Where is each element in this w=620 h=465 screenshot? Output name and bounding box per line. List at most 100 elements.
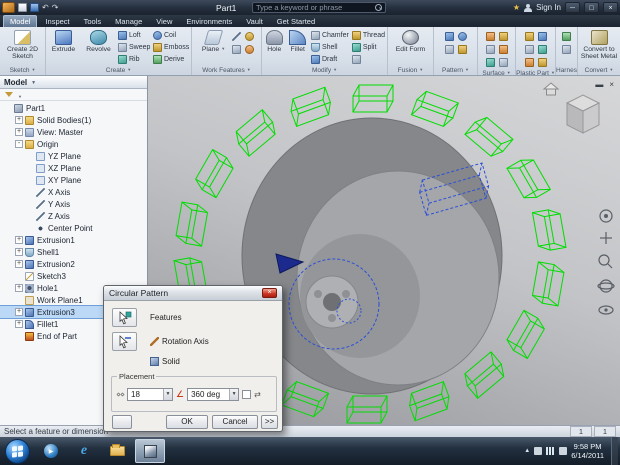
ribbon-tab[interactable]: Tools bbox=[78, 16, 108, 27]
search-icon[interactable] bbox=[375, 4, 382, 11]
tree-expander-icon[interactable]: + bbox=[15, 128, 23, 136]
sculpt-button[interactable] bbox=[484, 56, 496, 68]
pan-icon[interactable] bbox=[600, 232, 612, 244]
group-label-modify[interactable]: Modify bbox=[262, 65, 387, 75]
group-label-convert[interactable]: Convert bbox=[578, 65, 620, 75]
snap-fit-button[interactable] bbox=[536, 43, 548, 55]
convert-to-sheet-metal-button[interactable]: Convert to Sheet Metal bbox=[579, 29, 619, 61]
viewcube[interactable] bbox=[565, 94, 601, 134]
inventor-taskbar-button[interactable] bbox=[135, 439, 165, 463]
count-input[interactable]: 18 ▼ bbox=[127, 388, 174, 401]
tree-expander-icon[interactable] bbox=[26, 176, 34, 184]
group-label-pattern[interactable]: Pattern bbox=[434, 65, 477, 75]
boss-button[interactable] bbox=[536, 30, 548, 42]
tree-expander-icon[interactable]: + bbox=[15, 260, 23, 268]
browser-header[interactable]: Model bbox=[0, 76, 147, 89]
orbit-icon[interactable] bbox=[597, 279, 615, 293]
browser-tree-item[interactable]: Center Point bbox=[0, 222, 147, 234]
redo-icon[interactable]: ↷ bbox=[52, 2, 59, 13]
ucs-button[interactable] bbox=[231, 43, 243, 55]
thread-button[interactable]: Thread bbox=[351, 29, 386, 41]
dialog-title-bar[interactable]: Circular Pattern × bbox=[104, 286, 282, 301]
new-file-icon[interactable] bbox=[18, 3, 27, 12]
favorites-icon[interactable]: ★ bbox=[513, 3, 520, 12]
media-player-button[interactable]: ▶ bbox=[36, 439, 66, 463]
select-features-button[interactable] bbox=[112, 308, 137, 327]
tree-expander-icon[interactable] bbox=[4, 104, 12, 112]
tree-expander-icon[interactable] bbox=[26, 212, 34, 220]
ribbon-tab[interactable]: Environments bbox=[180, 16, 238, 27]
group-label-create[interactable]: Create bbox=[46, 65, 191, 75]
browser-tree-item[interactable]: Part1 bbox=[0, 102, 147, 114]
loft-button[interactable]: Loft bbox=[117, 29, 151, 41]
taskbar-clock[interactable]: 9:58 PM 6/14/2011 bbox=[571, 442, 604, 461]
rib-button[interactable]: Rib bbox=[117, 53, 151, 65]
ok-button[interactable]: OK bbox=[166, 415, 208, 429]
tree-expander-icon[interactable] bbox=[15, 296, 23, 304]
solid-selector[interactable]: Solid bbox=[150, 357, 180, 366]
explorer-button[interactable] bbox=[102, 439, 132, 463]
action-center-icon[interactable] bbox=[534, 447, 543, 455]
trim-button[interactable] bbox=[484, 43, 496, 55]
document-minimize-icon[interactable]: ▬ bbox=[595, 80, 603, 89]
chamfer-button[interactable]: Chamfer bbox=[310, 29, 350, 41]
tree-expander-icon[interactable] bbox=[15, 272, 23, 280]
stitch-button[interactable] bbox=[484, 30, 496, 42]
flip-direction-icon[interactable]: ⇄ bbox=[254, 390, 261, 399]
draft-button[interactable]: Draft bbox=[310, 53, 350, 65]
tree-expander-icon[interactable] bbox=[26, 164, 34, 172]
hole-button[interactable]: Hole bbox=[263, 29, 285, 53]
browser-tree-item[interactable]: Y Axis bbox=[0, 198, 147, 210]
home-icon[interactable] bbox=[542, 82, 560, 96]
minimize-button[interactable]: ─ bbox=[565, 2, 580, 13]
revolve-button[interactable]: Revolve bbox=[81, 29, 116, 53]
ribbon-tab[interactable]: View bbox=[150, 16, 178, 27]
cancel-button[interactable]: Cancel bbox=[212, 415, 258, 429]
tree-expander-icon[interactable] bbox=[26, 224, 34, 232]
browser-tree-item[interactable]: X Axis bbox=[0, 186, 147, 198]
start-button[interactable] bbox=[5, 438, 30, 464]
work-axis-button[interactable] bbox=[231, 30, 243, 42]
dialog-aux-button[interactable] bbox=[112, 415, 132, 429]
ribbon-tab[interactable]: Manage bbox=[109, 16, 148, 27]
grill-button[interactable] bbox=[523, 30, 535, 42]
group-label-harness[interactable]: Harness bbox=[556, 65, 577, 75]
save-icon[interactable] bbox=[30, 3, 39, 12]
group-label-plastic-part[interactable]: Plastic Part bbox=[516, 68, 555, 75]
sweep-button[interactable]: Sweep bbox=[117, 41, 151, 53]
select-rotation-axis-button[interactable] bbox=[112, 332, 137, 351]
group-label-surface[interactable]: Surface bbox=[478, 68, 515, 75]
create-2d-sketch-button[interactable]: Create 2D Sketch bbox=[2, 29, 44, 61]
browser-tree-item[interactable]: - Origin bbox=[0, 138, 147, 150]
browser-tree-item[interactable]: + Extrusion1 bbox=[0, 234, 147, 246]
tree-expander-icon[interactable]: + bbox=[15, 236, 23, 244]
navigation-wheel-icon[interactable] bbox=[599, 209, 613, 223]
volume-icon[interactable] bbox=[559, 447, 568, 455]
maximize-button[interactable]: □ bbox=[584, 2, 599, 13]
angle-dropdown-icon[interactable]: ▼ bbox=[229, 389, 239, 400]
tree-expander-icon[interactable]: + bbox=[15, 284, 23, 292]
tree-expander-icon[interactable]: + bbox=[15, 308, 23, 316]
browser-tree-item[interactable]: + Solid Bodies(1) bbox=[0, 114, 147, 126]
sketch-pattern-button[interactable] bbox=[456, 43, 468, 55]
browser-tree-item[interactable]: YZ Plane bbox=[0, 150, 147, 162]
mirror-button[interactable] bbox=[443, 43, 455, 55]
close-button[interactable]: × bbox=[603, 2, 618, 13]
search-input[interactable]: Type a keyword or phrase bbox=[252, 2, 386, 13]
coil-button[interactable]: Coil bbox=[152, 29, 190, 41]
browser-tree-item[interactable]: + View: Master bbox=[0, 126, 147, 138]
grounded-point-button[interactable] bbox=[244, 43, 256, 55]
browser-tree-item[interactable]: + Shell1 bbox=[0, 246, 147, 258]
look-at-icon[interactable] bbox=[598, 305, 614, 315]
rest-button[interactable] bbox=[523, 43, 535, 55]
count-dropdown-icon[interactable]: ▼ bbox=[163, 389, 173, 400]
thicken-button[interactable] bbox=[497, 56, 509, 68]
edit-form-button[interactable]: Edit Form bbox=[391, 29, 431, 53]
browser-tree-item[interactable]: Z Axis bbox=[0, 210, 147, 222]
tree-expander-icon[interactable] bbox=[26, 188, 34, 196]
tree-expander-icon[interactable] bbox=[26, 200, 34, 208]
circular-pattern-button[interactable] bbox=[456, 30, 468, 42]
more-options-button[interactable]: >> bbox=[261, 415, 278, 429]
sign-in-link[interactable]: Sign In bbox=[536, 3, 561, 12]
lip-button[interactable] bbox=[536, 56, 548, 68]
